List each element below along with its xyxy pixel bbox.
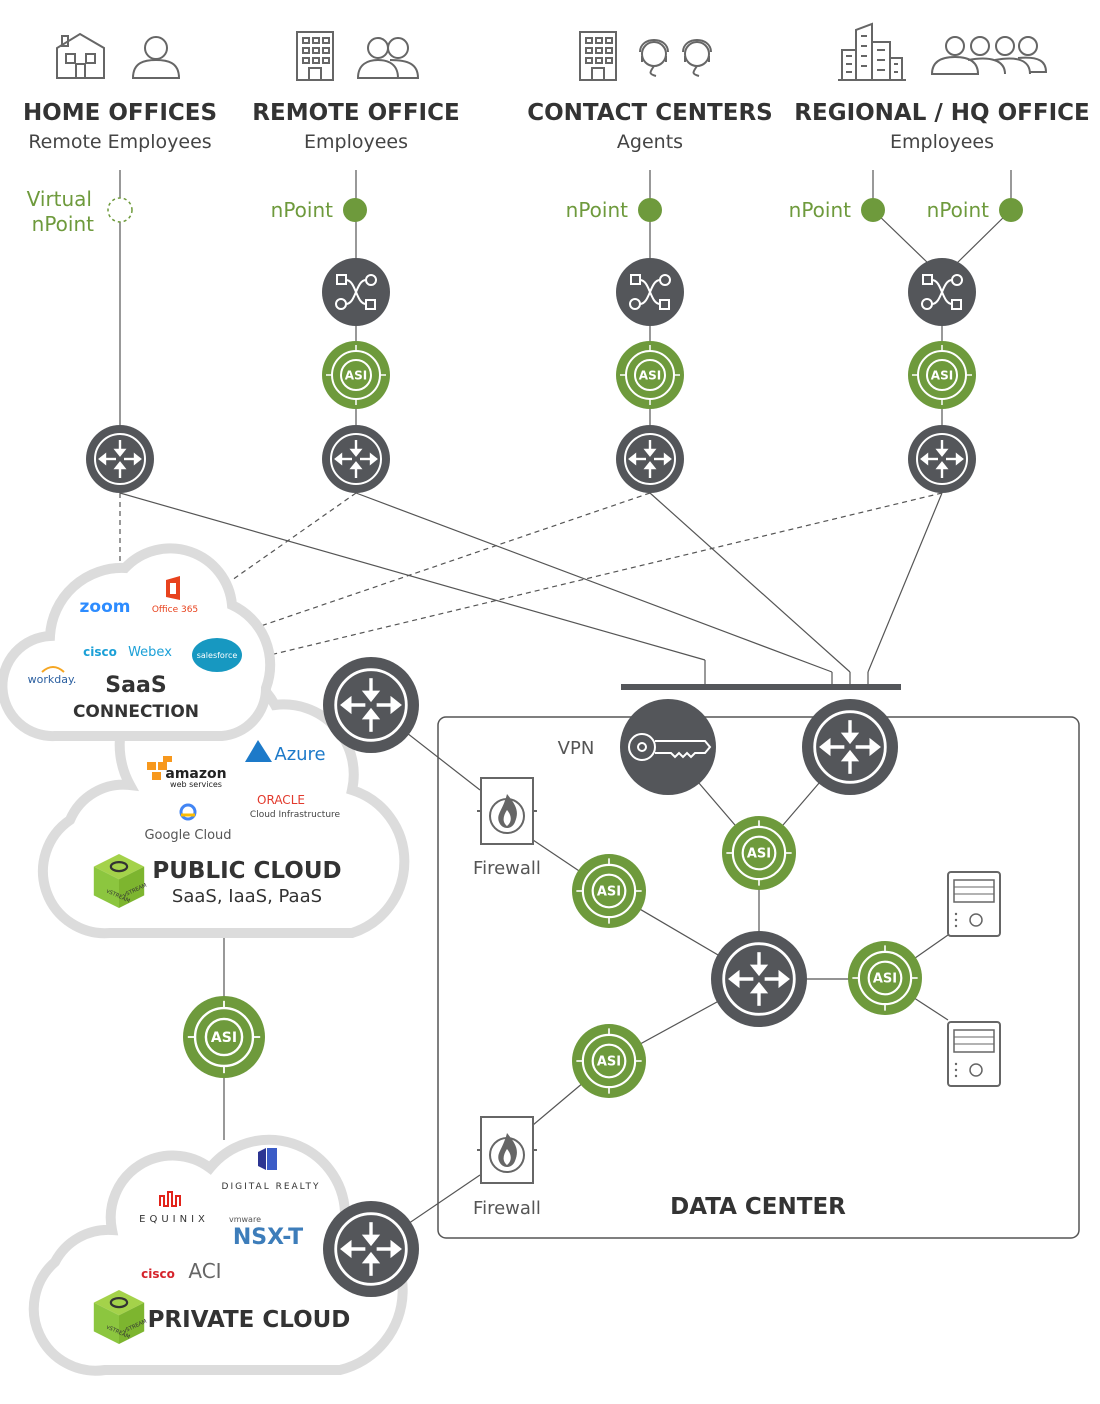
data-center-title: DATA CENTER — [670, 1194, 846, 1220]
firewall-label: Firewall — [473, 858, 541, 879]
virtual-npoint-label: nPoint — [32, 212, 94, 236]
office365-logo: Office 365 — [152, 605, 198, 615]
server-icon[interactable] — [947, 1021, 1001, 1087]
site-title: CONTACT CENTERS — [527, 100, 772, 126]
public-cloud-title: PUBLIC CLOUD — [152, 858, 341, 884]
site-subtitle: Agents — [617, 131, 683, 153]
firewall-label: Firewall — [473, 1198, 541, 1219]
asi-label: ASI — [931, 369, 953, 383]
webex-logo: Webex — [128, 645, 172, 660]
building-icon — [579, 31, 617, 81]
npoint-node[interactable] — [638, 198, 662, 222]
asi-label: ASI — [597, 885, 621, 900]
npoint-label: nPoint — [789, 198, 851, 222]
npoint-label: nPoint — [271, 198, 333, 222]
vpn-label: VPN — [558, 738, 595, 759]
vmware-logo: vmware — [229, 1215, 261, 1224]
saas-subtitle: CONNECTION — [73, 702, 199, 722]
person-icon — [131, 36, 181, 79]
private-cloud-router-icon[interactable] — [323, 1201, 419, 1297]
digital-realty-icon — [258, 1148, 277, 1170]
group-icon — [930, 36, 1048, 75]
azure-logo: Azure — [274, 744, 325, 765]
public-cloud-subtitle: SaaS, IaaS, PaaS — [172, 886, 322, 907]
zoom-logo: zoom — [80, 597, 131, 617]
site-subtitle: Remote Employees — [28, 131, 211, 153]
npoint-node[interactable] — [343, 198, 367, 222]
digital-realty-logo: DIGITAL REALTY — [222, 1182, 321, 1192]
asi-label: ASI — [345, 369, 367, 383]
router-icon[interactable] — [322, 425, 390, 493]
cisco-logo: cisco — [83, 645, 117, 659]
nsx-t-logo: NSX-T — [233, 1225, 303, 1250]
house-icon — [56, 32, 105, 79]
asi-label: ASI — [747, 847, 771, 862]
asi-label: ASI — [639, 369, 661, 383]
public-cloud-router-icon[interactable] — [323, 657, 419, 753]
npoint-node[interactable] — [999, 198, 1023, 222]
aci-logo: ACI — [188, 1259, 221, 1283]
private-cloud-title: PRIVATE CLOUD — [148, 1307, 351, 1333]
aws-logo: web services — [170, 780, 222, 789]
virtual-npoint-node[interactable] — [107, 197, 133, 223]
asi-label: ASI — [873, 972, 897, 987]
router-icon[interactable] — [86, 425, 154, 493]
asi-label: ASI — [597, 1055, 621, 1070]
asi-label: ASI — [211, 1030, 237, 1046]
site-title: REGIONAL / HQ OFFICE — [794, 100, 1089, 126]
core-router-icon[interactable] — [711, 931, 807, 1027]
vpn-key-icon[interactable] — [620, 699, 716, 795]
switch-icon[interactable] — [616, 258, 684, 326]
npoint-label: nPoint — [927, 198, 989, 222]
router-icon[interactable] — [802, 699, 898, 795]
site-subtitle: Employees — [890, 131, 994, 153]
google-cloud-logo: Google Cloud — [144, 828, 231, 843]
city-icon — [838, 22, 906, 81]
network-diagram: HOME OFFICES Remote Employees REMOTE OFF… — [0, 22, 1090, 1376]
building-icon — [296, 31, 334, 81]
workday-logo: workday. — [28, 673, 77, 686]
site-title: REMOTE OFFICE — [252, 100, 459, 126]
npoint-label: nPoint — [566, 198, 628, 222]
virtual-npoint-label: Virtual — [27, 187, 92, 211]
firewall-icon[interactable] — [477, 1116, 537, 1184]
npoint-node[interactable] — [861, 198, 885, 222]
oracle-sub: Cloud Infrastructure — [250, 810, 341, 820]
equinix-logo: EQUINIX — [139, 1214, 209, 1225]
firewall-icon[interactable] — [477, 777, 537, 845]
router-icon[interactable] — [616, 425, 684, 493]
oracle-logo: ORACLE — [257, 793, 305, 807]
cisco-logo: cisco — [141, 1267, 175, 1281]
server-icon[interactable] — [947, 871, 1001, 937]
salesforce-logo: salesforce — [197, 651, 238, 660]
site-title: HOME OFFICES — [23, 100, 217, 126]
saas-title: SaaS — [105, 673, 166, 698]
site-subtitle: Employees — [304, 131, 408, 153]
router-icon[interactable] — [908, 425, 976, 493]
switch-icon[interactable] — [322, 258, 390, 326]
switch-icon[interactable] — [908, 258, 976, 326]
people-icon — [356, 37, 420, 79]
headset-agent-icon — [639, 39, 712, 77]
